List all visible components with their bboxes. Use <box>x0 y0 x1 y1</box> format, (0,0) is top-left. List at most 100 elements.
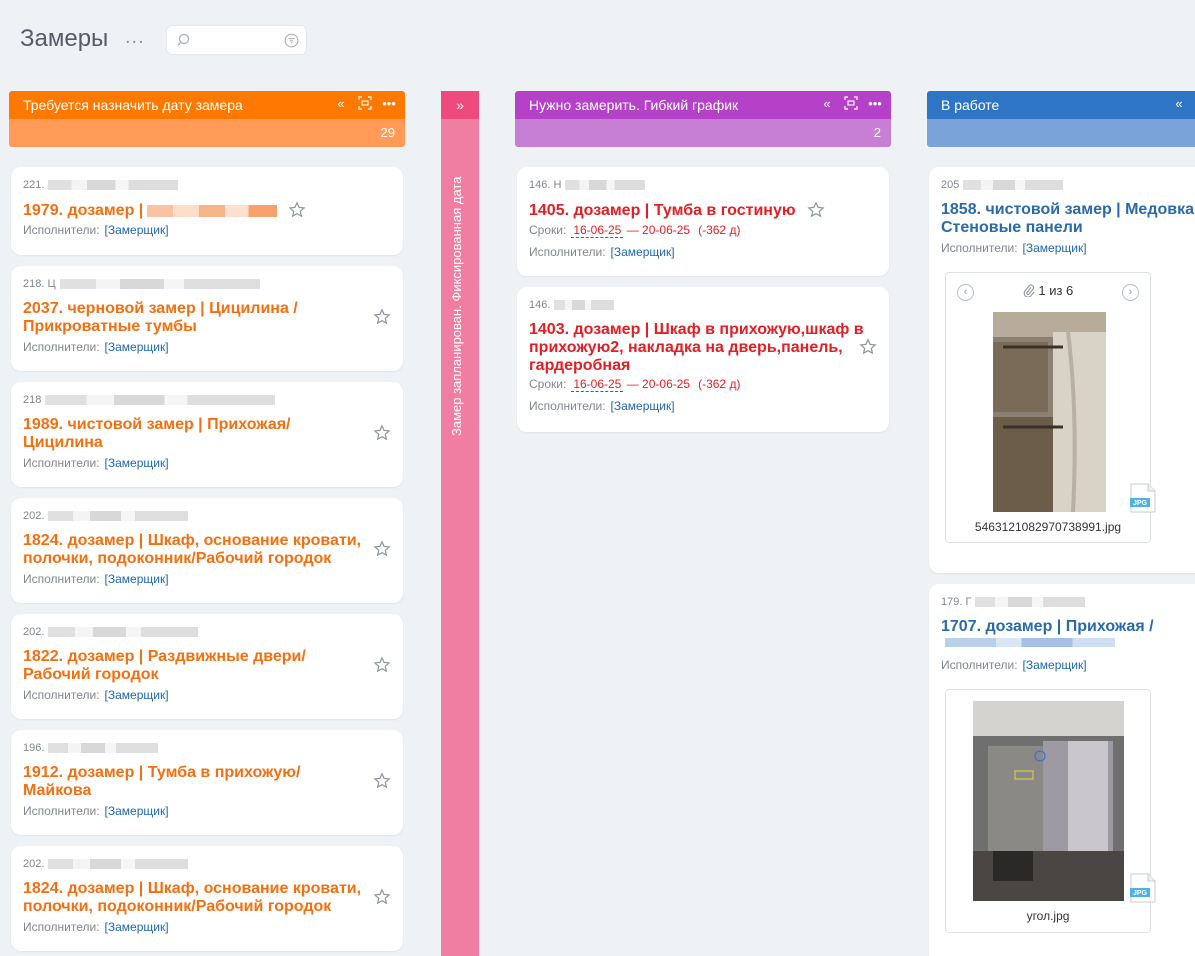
deadline-label: Сроки: <box>529 377 567 391</box>
search-icon <box>177 33 190 46</box>
card-title[interactable]: 1912. дозамер | Тумба в прихожую/ Майков… <box>23 764 353 800</box>
deal-card[interactable]: 205 1858. чистовой замер | Медовка Стено… <box>929 167 1195 573</box>
column-collapsed-fixed-date[interactable]: » Замер запланирован. Фиксированная дата <box>441 91 479 956</box>
chevrons-left-icon[interactable]: « <box>819 96 835 112</box>
star-icon[interactable] <box>859 338 877 356</box>
card-prefix: 218. Ц <box>23 278 56 290</box>
redacted-text <box>48 859 189 870</box>
card-prefix: 196. <box>23 742 45 754</box>
redacted-text <box>48 743 159 754</box>
card-title[interactable]: 1979. дозамер | <box>23 202 143 219</box>
column-title: Требуется назначить дату замера <box>23 97 243 113</box>
attachment-preview[interactable]: JPG угол.jpg <box>945 689 1156 933</box>
deal-card[interactable]: 179. Г 1707. дозамер | Прихожая / Исполн… <box>929 584 1195 956</box>
search-box[interactable] <box>166 25 307 55</box>
executors-label: Исполнители: <box>23 572 100 586</box>
redacted-text <box>48 627 199 638</box>
executor-link[interactable]: [Замерщик] <box>611 399 675 413</box>
card-title[interactable]: 1403. дозамер | Шкаф в прихожую,шкаф в п… <box>529 321 864 375</box>
card-title[interactable]: 1989. чистовой замер | Прихожая/ Цицилин… <box>23 416 353 452</box>
card-title[interactable]: 1707. дозамер | Прихожая / <box>941 618 1195 636</box>
deal-card[interactable]: 202. 1822. дозамер | Раздвижные двери/ Р… <box>11 614 403 719</box>
card-prefix: 179. Г <box>941 596 972 608</box>
title-more-button[interactable]: ... <box>125 26 145 49</box>
redacted-text <box>48 511 189 522</box>
deal-card[interactable]: 221. 1979. дозамер | Исполнители: [Замерщ… <box>11 167 403 255</box>
executors-label: Исполнители: <box>23 920 100 934</box>
executor-link[interactable]: [Замерщик] <box>105 340 169 354</box>
filter-icon[interactable] <box>284 33 299 48</box>
deal-card[interactable]: 202. 1824. дозамер | Шкаф, основание кро… <box>11 846 403 951</box>
card-prefix: 202. <box>23 510 45 522</box>
deal-card[interactable]: 146. Н 1405. дозамер | Тумба в гостиную … <box>517 167 889 276</box>
executor-link[interactable]: [Замерщик] <box>1023 241 1087 255</box>
column-count: 29 <box>9 119 405 147</box>
redacted-text <box>45 395 276 406</box>
card-prefix: 202. <box>23 858 45 870</box>
executor-link[interactable]: [Замерщик] <box>105 688 169 702</box>
executors-label: Исполнители: <box>23 688 100 702</box>
executor-link[interactable]: [Замерщик] <box>105 223 169 237</box>
star-icon[interactable] <box>373 772 391 790</box>
focus-icon[interactable] <box>843 96 859 112</box>
next-attachment-button[interactable]: › <box>1122 284 1139 301</box>
deadline-label: Сроки: <box>529 223 567 237</box>
attachment-filename[interactable]: 5463121082970738991.jpg <box>946 520 1150 534</box>
focus-icon[interactable] <box>357 96 373 112</box>
file-type-label: JPG <box>1133 500 1148 507</box>
executor-link[interactable]: [Замерщик] <box>105 804 169 818</box>
redacted-text <box>565 180 646 191</box>
star-icon[interactable] <box>373 308 391 326</box>
more-icon[interactable]: ••• <box>867 96 883 112</box>
card-prefix: 146. Н <box>529 179 562 191</box>
date-dash: — <box>626 377 639 391</box>
date-from[interactable]: 16-06-25 <box>571 377 624 392</box>
redacted-text <box>554 300 615 311</box>
executor-link[interactable]: [Замерщик] <box>105 456 169 470</box>
chevrons-left-icon[interactable]: « <box>1171 96 1187 112</box>
star-icon[interactable] <box>373 656 391 674</box>
card-title[interactable]: 1822. дозамер | Раздвижные двери/ Рабочи… <box>23 648 353 684</box>
chevrons-left-icon[interactable]: « <box>333 96 349 112</box>
card-title[interactable]: 1824. дозамер | Шкаф, основание кровати,… <box>23 532 383 568</box>
executor-link[interactable]: [Замерщик] <box>1023 658 1087 672</box>
star-icon[interactable] <box>373 540 391 558</box>
jpg-file-icon: JPG <box>1130 873 1156 903</box>
executor-link[interactable]: [Замерщик] <box>105 572 169 586</box>
star-icon[interactable] <box>807 201 825 219</box>
attachment-thumbnail[interactable] <box>973 701 1124 901</box>
top-bar: Замеры ... <box>0 0 1195 80</box>
executor-link[interactable]: [Замерщик] <box>105 920 169 934</box>
deal-card[interactable]: 196. 1912. дозамер | Тумба в прихожую/ М… <box>11 730 403 835</box>
overdue-badge: (-362 д) <box>698 377 741 391</box>
deal-card[interactable]: 146. 1403. дозамер | Шкаф в прихожую,шка… <box>517 287 889 432</box>
star-icon[interactable] <box>288 201 306 219</box>
card-prefix: 146. <box>529 299 551 311</box>
card-title[interactable]: 2037. черновой замер | Цицилина / Прикро… <box>23 300 363 336</box>
executor-link[interactable]: [Замерщик] <box>611 245 675 259</box>
column-header-assign-date: Требуется назначить дату замера « ••• 29 <box>9 91 405 147</box>
attachment-preview[interactable]: ‹ 1 из 6 › JPG 5463121082970738991.jpg <box>945 272 1156 543</box>
attachment-thumbnail[interactable] <box>993 312 1106 512</box>
executors-label: Исполнители: <box>23 804 100 818</box>
card-title[interactable]: 1858. чистовой замер | Медовка Стеновые … <box>941 201 1195 237</box>
deal-card[interactable]: 218 1989. чистовой замер | Прихожая/ Циц… <box>11 382 403 487</box>
deal-card[interactable]: 218. Ц 2037. черновой замер | Цицилина /… <box>11 266 403 371</box>
date-dash: — <box>626 223 639 237</box>
executors-label: Исполнители: <box>941 241 1018 255</box>
date-to: 20-06-25 <box>642 377 691 391</box>
attachment-filename[interactable]: угол.jpg <box>946 909 1150 923</box>
more-icon[interactable]: ••• <box>381 96 397 112</box>
star-icon[interactable] <box>373 424 391 442</box>
card-prefix: 205 <box>941 179 960 191</box>
card-title[interactable]: 1824. дозамер | Шкаф, основание кровати,… <box>23 880 383 916</box>
card-prefix: 202. <box>23 626 45 638</box>
overdue-badge: (-362 д) <box>698 223 741 237</box>
card-title[interactable]: 1405. дозамер | Тумба в гостиную <box>529 202 796 220</box>
star-icon[interactable] <box>373 888 391 906</box>
search-input[interactable] <box>195 30 275 50</box>
date-from[interactable]: 16-06-25 <box>571 223 624 238</box>
redacted-text <box>975 597 1086 608</box>
redacted-text <box>963 180 1064 191</box>
deal-card[interactable]: 202. 1824. дозамер | Шкаф, основание кро… <box>11 498 403 603</box>
